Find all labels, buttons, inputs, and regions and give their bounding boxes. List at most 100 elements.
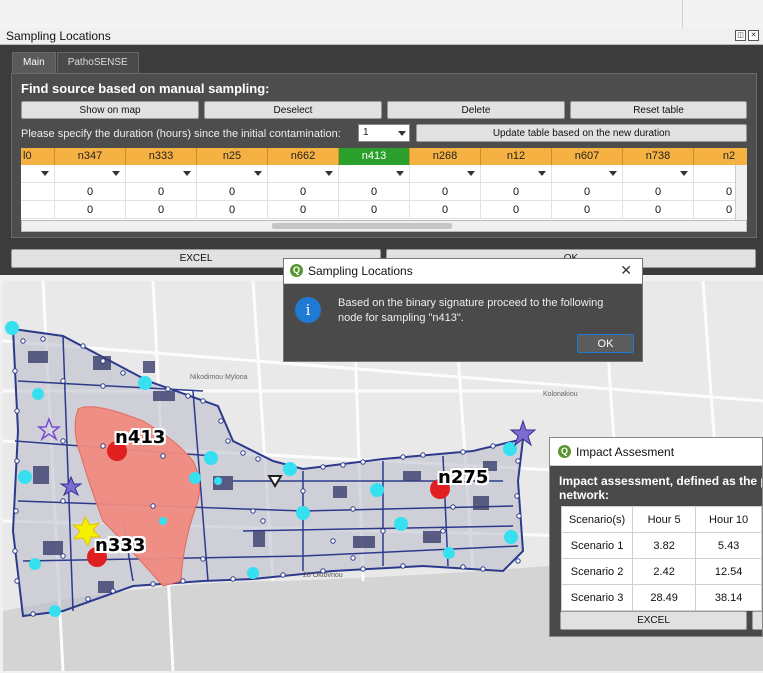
- cell-dropdown[interactable]: [410, 165, 481, 183]
- scroll-thumb[interactable]: [272, 223, 452, 229]
- network-vertex: [255, 456, 261, 462]
- float-icon[interactable]: ◫: [735, 30, 746, 41]
- column-header[interactable]: n662: [268, 148, 339, 165]
- column-header[interactable]: n347: [55, 148, 126, 165]
- network-vertex: [400, 563, 406, 569]
- chevron-down-icon: [396, 171, 404, 176]
- table-cell[interactable]: 0: [623, 201, 694, 219]
- column-header[interactable]: n738: [623, 148, 694, 165]
- column-header[interactable]: n607: [552, 148, 623, 165]
- table-cell[interactable]: 0: [481, 183, 552, 201]
- network-vertex: [514, 493, 520, 499]
- column-header[interactable]: n333: [126, 148, 197, 165]
- table-cell: 28.49: [632, 584, 697, 611]
- network-vertex: [100, 383, 106, 389]
- close-icon[interactable]: ✕: [748, 30, 759, 41]
- vertical-scrollbar[interactable]: [735, 165, 747, 220]
- tab-pathosense[interactable]: PathoSENSE: [56, 52, 139, 73]
- table-cell[interactable]: 0: [197, 183, 268, 201]
- network-vertex: [330, 538, 336, 544]
- cell-dropdown[interactable]: [481, 165, 552, 183]
- table-cell[interactable]: 0: [552, 183, 623, 201]
- network-vertex: [380, 528, 386, 534]
- network-vertex: [400, 454, 406, 460]
- dialog-title-bar: Q Sampling Locations ✕: [284, 259, 642, 284]
- tab-main[interactable]: Main: [12, 52, 56, 73]
- table-cell[interactable]: 0: [268, 183, 339, 201]
- sampling-locations-dock: Sampling Locations ◫ ✕ Main PathoSENSE F…: [0, 28, 763, 275]
- delete-button[interactable]: Delete: [387, 101, 565, 119]
- network-vertex: [515, 458, 521, 464]
- cell-dropdown[interactable]: [552, 165, 623, 183]
- update-table-button[interactable]: Update table based on the new duration: [416, 124, 747, 142]
- column-header[interactable]: n2: [694, 148, 747, 165]
- network-vertex: [40, 336, 46, 342]
- reset-table-button[interactable]: Reset table: [570, 101, 747, 119]
- cell-dropdown[interactable]: [21, 165, 55, 183]
- network-vertex: [100, 358, 106, 364]
- table-cell[interactable]: 0: [55, 201, 126, 219]
- table-cell[interactable]: 0: [126, 201, 197, 219]
- table-cell[interactable]: 0: [126, 183, 197, 201]
- network-vertex: [14, 578, 20, 584]
- cell-dropdown[interactable]: [623, 165, 694, 183]
- table-cell[interactable]: 0: [410, 201, 481, 219]
- table-cell[interactable]: [21, 201, 55, 219]
- impact-second-button[interactable]: [752, 611, 762, 630]
- column-header[interactable]: n268: [410, 148, 481, 165]
- deselect-button[interactable]: Deselect: [204, 101, 382, 119]
- table-cell[interactable]: 0: [55, 183, 126, 201]
- table-row: Scenario 2 2.42 12.54: [560, 558, 762, 585]
- panel-heading: Find source based on manual sampling:: [21, 81, 270, 96]
- cell-dropdown[interactable]: [268, 165, 339, 183]
- show-on-map-button[interactable]: Show on map: [21, 101, 199, 119]
- cell-dropdown[interactable]: [339, 165, 410, 183]
- dock-title-bar: Sampling Locations ◫ ✕: [0, 28, 763, 45]
- cell-dropdown[interactable]: [126, 165, 197, 183]
- table-cell[interactable]: 0: [410, 183, 481, 201]
- network-vertex: [450, 504, 456, 510]
- table-cell[interactable]: 0: [481, 201, 552, 219]
- network-vertex: [516, 513, 522, 519]
- table-cell[interactable]: 0: [552, 201, 623, 219]
- table-cell: 38.14: [695, 584, 762, 611]
- cell-dropdown[interactable]: [55, 165, 126, 183]
- table-cell: 12.54: [695, 558, 762, 585]
- cell-dropdown[interactable]: [197, 165, 268, 183]
- table-cell: Scenario 3: [560, 584, 634, 611]
- network-vertex: [280, 572, 286, 578]
- chevron-down-icon: [112, 171, 120, 176]
- horizontal-scrollbar[interactable]: [21, 220, 747, 232]
- table-cell[interactable]: 0: [623, 183, 694, 201]
- network-vertex: [490, 443, 496, 449]
- node-label-n333: n333: [95, 535, 146, 556]
- duration-select[interactable]: 1: [358, 124, 410, 142]
- network-vertex: [30, 611, 36, 617]
- table-cell[interactable]: 0: [197, 201, 268, 219]
- table-cell[interactable]: 0: [339, 183, 410, 201]
- table-cell[interactable]: [21, 183, 55, 201]
- network-vertex: [150, 503, 156, 509]
- network-vertex: [460, 449, 466, 455]
- dock-title: Sampling Locations: [6, 29, 111, 43]
- dialog-ok-button[interactable]: OK: [577, 334, 634, 353]
- column-header[interactable]: n12: [481, 148, 552, 165]
- street-label: 28 Oktovriou: [303, 572, 343, 579]
- column-header[interactable]: l0: [21, 148, 55, 165]
- impact-excel-button[interactable]: EXCEL: [560, 611, 747, 630]
- table-cell[interactable]: 0: [268, 201, 339, 219]
- dialog-title: Sampling Locations: [308, 264, 413, 278]
- column-header[interactable]: n413: [339, 148, 410, 165]
- column-header[interactable]: n25: [197, 148, 268, 165]
- header-cell: Hour 10: [695, 506, 762, 533]
- chevron-down-icon: [680, 171, 688, 176]
- network-vertex: [350, 555, 356, 561]
- network-vertex: [165, 386, 171, 392]
- table-cell[interactable]: 0: [339, 201, 410, 219]
- network-vertex: [60, 378, 66, 384]
- close-icon[interactable]: ✕: [620, 262, 632, 279]
- network-vertex: [350, 506, 356, 512]
- network-vertex: [225, 438, 231, 444]
- main-panel: Find source based on manual sampling: Sh…: [11, 73, 757, 238]
- impact-assessment-window: Q Impact Assesment Impact assessment, de…: [549, 437, 763, 637]
